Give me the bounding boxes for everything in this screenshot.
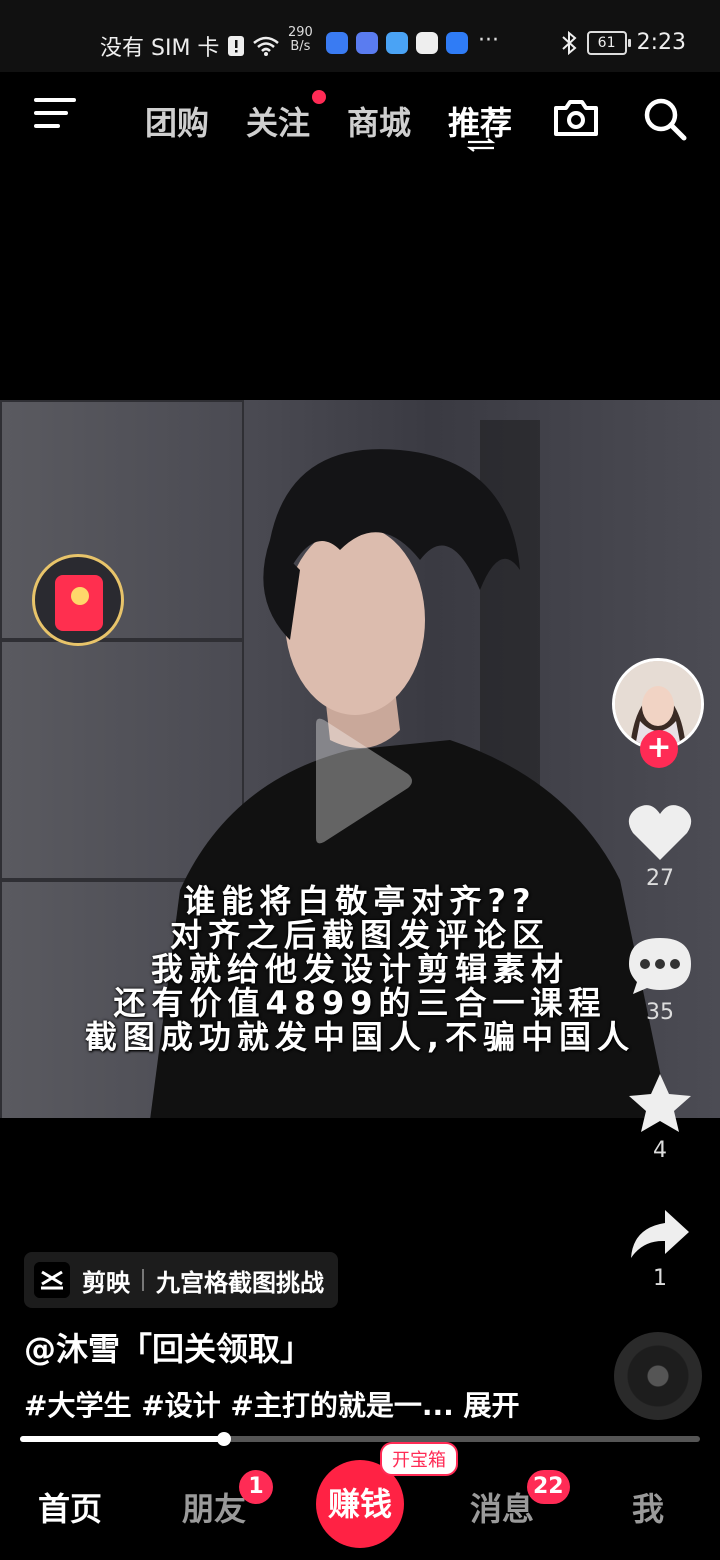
share-button[interactable]: 1 bbox=[622, 1206, 698, 1291]
comment-icon bbox=[629, 938, 691, 994]
carrier-text: 没有 SIM 卡 bbox=[100, 36, 220, 61]
favorite-count: 4 bbox=[653, 1138, 667, 1163]
app-icon-tips bbox=[446, 32, 468, 54]
status-left: 没有 SIM 卡 bbox=[100, 30, 280, 62]
search-icon[interactable] bbox=[642, 96, 688, 142]
app-icon-weather bbox=[386, 32, 408, 54]
music-disc-icon[interactable] bbox=[614, 1332, 702, 1420]
progress-fill bbox=[20, 1436, 224, 1442]
tab-following[interactable]: 关注 bbox=[246, 98, 310, 144]
share-count: 1 bbox=[653, 1266, 667, 1291]
nav-me[interactable]: 我 bbox=[632, 1484, 664, 1530]
chip-divider bbox=[142, 1269, 144, 1291]
share-icon bbox=[631, 1210, 689, 1258]
heart-icon bbox=[628, 805, 692, 860]
top-nav: 团购 关注 商城 推荐 bbox=[0, 72, 720, 162]
bluetooth-icon bbox=[561, 30, 577, 55]
notification-app-icons bbox=[326, 32, 468, 54]
menu-icon[interactable] bbox=[34, 98, 76, 132]
follow-button[interactable]: + bbox=[640, 730, 678, 768]
messages-badge: 22 bbox=[527, 1470, 570, 1504]
status-more: ··· bbox=[478, 28, 499, 53]
caption-line: 我就给他发设计剪辑素材 bbox=[150, 950, 569, 988]
chip-app-name: 剪映 bbox=[82, 1268, 130, 1297]
status-bar: 没有 SIM 卡 290 B/s ··· 61 2:23 bbox=[0, 0, 720, 72]
capcut-icon bbox=[34, 1262, 70, 1298]
tab-mall[interactable]: 商城 bbox=[347, 98, 411, 144]
comment-count: 35 bbox=[646, 1000, 674, 1025]
tab-group-buy[interactable]: 团购 bbox=[145, 98, 209, 144]
caption-line: 谁能将白敬亭对齐?? bbox=[183, 882, 537, 920]
comment-button[interactable]: 35 bbox=[622, 936, 698, 1025]
clock: 2:23 bbox=[636, 30, 686, 55]
battery-icon: 61 bbox=[586, 30, 631, 55]
caption-line: 截图成功就发中国人,不骗中国人 bbox=[84, 1018, 636, 1056]
wifi-icon bbox=[253, 36, 280, 56]
nav-messages[interactable]: 消息 bbox=[470, 1484, 534, 1530]
red-envelope-icon bbox=[55, 575, 103, 631]
caption-line: 还有价值4899的三合一课程 bbox=[113, 984, 607, 1022]
status-right: 61 2:23 bbox=[561, 30, 686, 55]
like-button[interactable]: 27 bbox=[622, 802, 698, 891]
treasure-tag[interactable]: 开宝箱 bbox=[380, 1442, 458, 1476]
net-speed-unit: B/s bbox=[290, 39, 311, 54]
sim-alert-icon bbox=[228, 36, 245, 56]
video-player[interactable]: 谁能将白敬亭对齐?? 对齐之后截图发评论区 我就给他发设计剪辑素材 还有价值48… bbox=[0, 400, 720, 1118]
friends-badge: 1 bbox=[239, 1470, 273, 1504]
video-caption: 谁能将白敬亭对齐?? 对齐之后截图发评论区 我就给他发设计剪辑素材 还有价值48… bbox=[0, 884, 720, 1054]
refresh-swap-icon bbox=[466, 138, 496, 152]
net-speed: 290 B/s bbox=[288, 26, 313, 54]
app-icon-music bbox=[356, 32, 378, 54]
author-name[interactable]: @沐雪「回关领取」 bbox=[24, 1324, 312, 1370]
camera-icon[interactable] bbox=[552, 98, 600, 138]
red-envelope-button[interactable] bbox=[32, 554, 124, 646]
like-count: 27 bbox=[646, 866, 674, 891]
following-new-dot bbox=[312, 90, 326, 104]
star-icon bbox=[629, 1074, 691, 1132]
progress-knob[interactable] bbox=[217, 1432, 231, 1446]
play-icon[interactable] bbox=[306, 716, 416, 846]
nav-home[interactable]: 首页 bbox=[38, 1484, 102, 1530]
template-chip[interactable]: 剪映 九宫格截图挑战 bbox=[24, 1252, 338, 1308]
bottom-nav: 首页 朋友 1 赚钱 开宝箱 消息 22 我 bbox=[0, 1442, 720, 1560]
caption-line: 对齐之后截图发评论区 bbox=[169, 916, 550, 954]
nav-friends[interactable]: 朋友 bbox=[182, 1484, 246, 1530]
video-progress-bar[interactable] bbox=[20, 1432, 700, 1446]
favorite-button[interactable]: 4 bbox=[622, 1072, 698, 1163]
app-icon-browser bbox=[326, 32, 348, 54]
chip-topic: 九宫格截图挑战 bbox=[156, 1268, 324, 1297]
net-speed-value: 290 bbox=[288, 25, 313, 40]
video-description[interactable]: #大学生 #设计 #主打的就是一... 展开 bbox=[24, 1384, 520, 1424]
app-icon-shop bbox=[416, 32, 438, 54]
